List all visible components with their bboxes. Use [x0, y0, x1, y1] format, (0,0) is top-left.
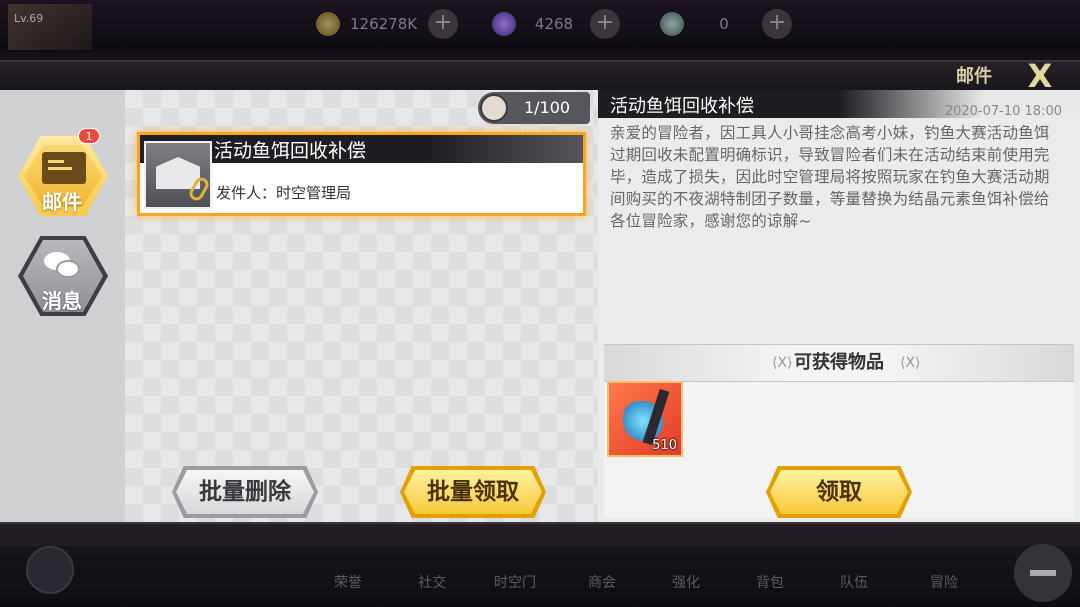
nav-guild[interactable]: 商会: [588, 572, 616, 592]
batch-delete-button[interactable]: 批量删除: [176, 470, 314, 514]
chat-bubbles-icon: [44, 252, 80, 280]
reward-count: 510: [652, 438, 677, 453]
mail-window-titlebar: 邮件 X: [0, 58, 1080, 94]
player-level: Lv.69: [14, 12, 44, 25]
mail-list-item[interactable]: 活动鱼饵回收补偿 发件人：时空管理局: [137, 132, 586, 216]
nav-social[interactable]: 社交: [418, 572, 446, 592]
reward-item[interactable]: 510: [607, 381, 683, 457]
bottom-nav-bar: [0, 522, 1080, 607]
gold-amount: 126278K: [350, 15, 418, 33]
top-hud: Lv.69 126278K + 4268 + 0 +: [0, 0, 1080, 52]
token-resource: 0 +: [660, 9, 792, 39]
menu-gear-icon[interactable]: [1014, 544, 1072, 602]
add-token-button[interactable]: +: [762, 9, 792, 39]
add-gem-button[interactable]: +: [590, 9, 620, 39]
gem-resource: 4268 +: [492, 9, 620, 39]
rewards-header: ⟨X⟩ 可获得物品 ⟨X⟩: [604, 344, 1074, 382]
nav-enhance[interactable]: 强化: [672, 572, 700, 592]
add-gold-button[interactable]: +: [428, 9, 458, 39]
gold-resource: 126278K +: [316, 9, 458, 39]
unread-badge: 1: [78, 128, 100, 144]
nav-adventure[interactable]: 冒险: [930, 572, 958, 592]
chat-button[interactable]: [26, 546, 74, 594]
mail-counter: 1/100: [478, 92, 590, 124]
coin-icon: [316, 12, 340, 36]
nav-honor[interactable]: 荣誉: [334, 572, 362, 592]
batch-claim-button[interactable]: 批量领取: [404, 470, 542, 514]
mail-count-icon: [480, 94, 508, 122]
mail-detail-header: 活动鱼饵回收补偿 2020-07-10 18:00: [598, 90, 1080, 119]
bottom-frame-stripe: [0, 522, 1080, 546]
open-envelope-icon: [144, 141, 212, 209]
tab-messages-label: 消息: [42, 289, 82, 313]
mail-date: 2020-07-10 18:00: [944, 104, 1062, 119]
gem-icon: [492, 12, 516, 36]
claim-button[interactable]: 领取: [770, 470, 908, 514]
mail-count-text: 1/100: [524, 98, 571, 117]
nav-bag[interactable]: 背包: [756, 572, 784, 592]
mail-body-text: 亲爱的冒险者，因工具人小哥挂念高考小妹，钓鱼大赛活动鱼饵过期回收未配置明确标识，…: [610, 124, 1050, 230]
rewards-label: 可获得物品: [794, 352, 884, 373]
mail-item-title: 活动鱼饵回收补偿: [214, 140, 367, 162]
envelope-icon: [42, 152, 86, 184]
window-title: 邮件: [956, 66, 992, 87]
gem-amount: 4268: [534, 15, 574, 33]
close-button[interactable]: X: [1018, 58, 1062, 94]
mail-item-sender: 发件人：时空管理局: [216, 184, 352, 202]
nav-team[interactable]: 队伍: [840, 572, 868, 592]
nav-portal[interactable]: 时空门: [494, 572, 536, 592]
ornament-right-icon: ⟨X⟩: [900, 355, 921, 371]
mail-detail-title: 活动鱼饵回收补偿: [610, 96, 754, 117]
token-amount: 0: [719, 15, 729, 33]
tab-mail-label: 邮件: [42, 190, 82, 214]
token-icon: [660, 12, 684, 36]
player-avatar[interactable]: [8, 4, 92, 50]
